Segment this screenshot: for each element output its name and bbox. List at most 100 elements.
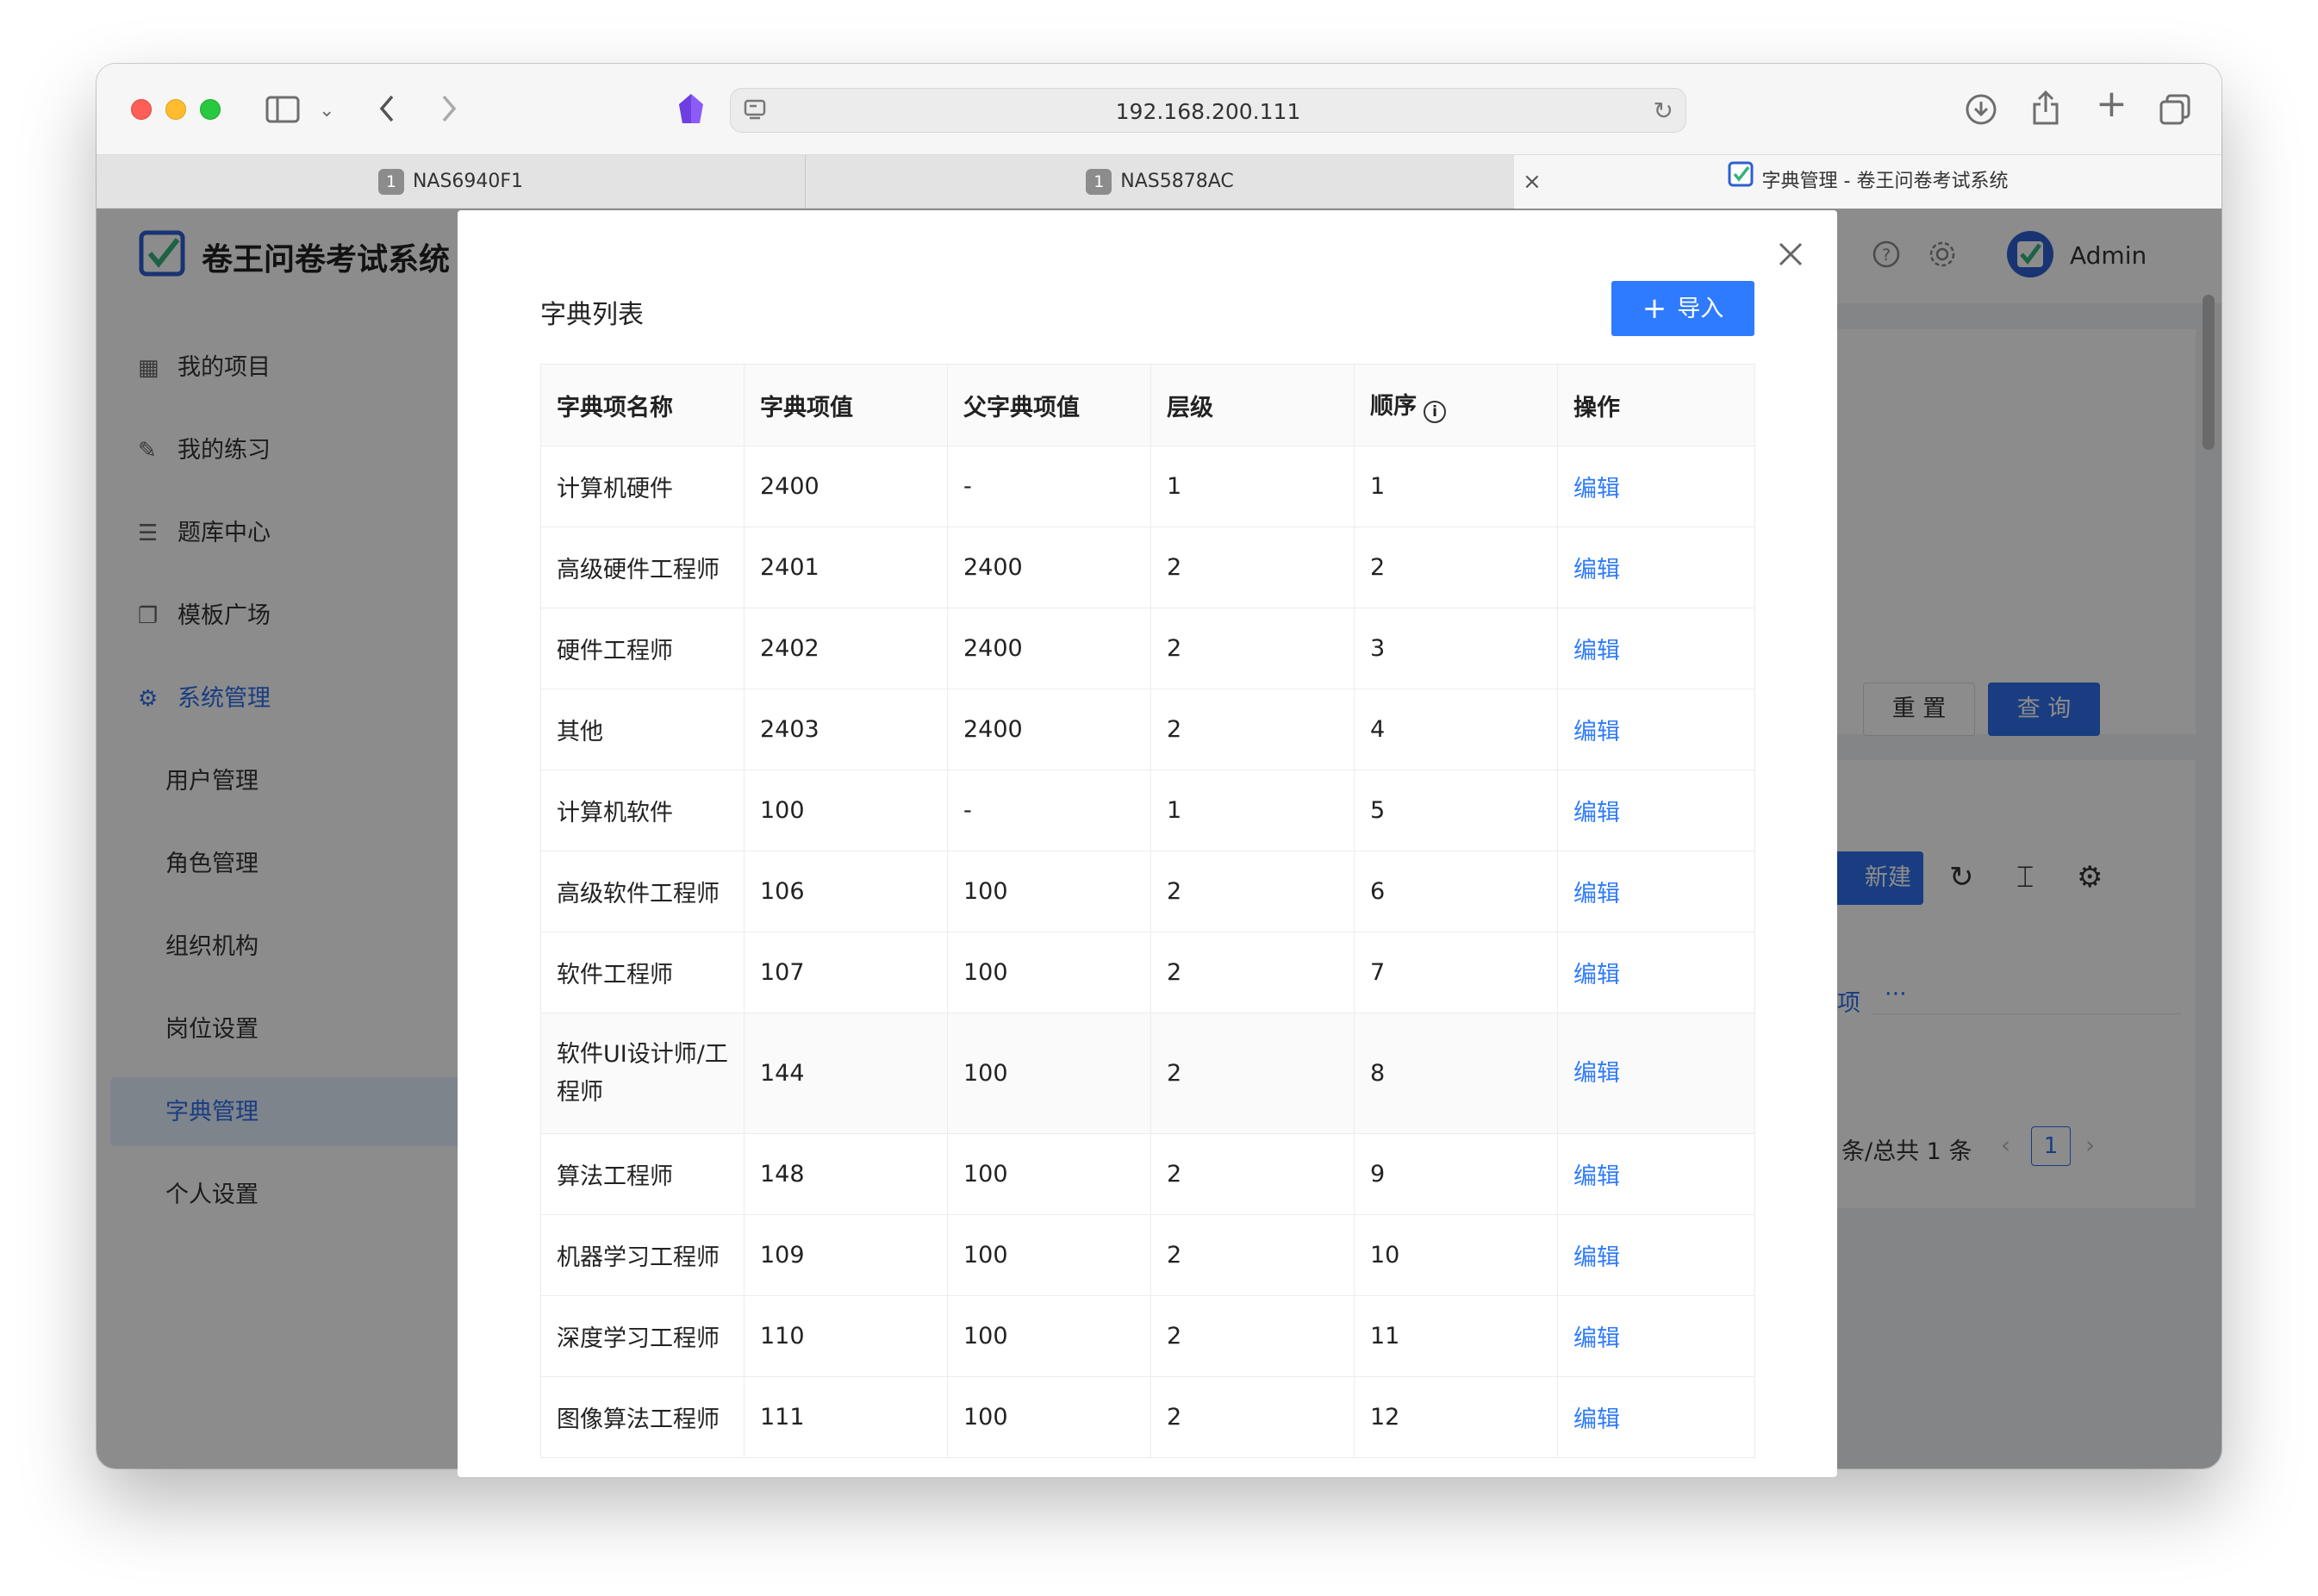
- sidebar-toggle-icon[interactable]: [265, 95, 300, 129]
- table-cell: 高级软件工程师: [540, 851, 745, 932]
- download-icon[interactable]: [1965, 93, 1997, 131]
- tab-label: NAS5878AC: [1120, 171, 1234, 192]
- table-cell: 2401: [744, 527, 948, 608]
- table-cell: 计算机硬件: [540, 446, 745, 527]
- table-row: 其他 2403 2400 2 4 编辑: [540, 689, 1755, 770]
- table-cell: 100: [947, 851, 1151, 932]
- table-row: 硬件工程师 2402 2400 2 3 编辑: [540, 608, 1755, 689]
- table-cell: 1: [1354, 446, 1558, 527]
- plus-icon: +: [1642, 291, 1667, 326]
- table-cell: 2: [1150, 527, 1355, 608]
- table-cell: 机器学习工程师: [540, 1214, 745, 1296]
- forward-icon[interactable]: [439, 93, 459, 129]
- edit-link[interactable]: 编辑: [1557, 527, 1755, 608]
- close-window-button[interactable]: [131, 99, 152, 120]
- edit-link[interactable]: 编辑: [1557, 1214, 1755, 1296]
- edit-link[interactable]: 编辑: [1557, 932, 1755, 1013]
- table-row: 图像算法工程师 111 100 2 12 编辑: [540, 1376, 1755, 1458]
- table-cell: 2: [1150, 1376, 1355, 1458]
- table-cell: 2402: [744, 608, 948, 689]
- table-cell: -: [947, 446, 1151, 527]
- table-row: 计算机硬件 2400-1 1 编辑: [540, 446, 1755, 527]
- edit-link[interactable]: 编辑: [1557, 689, 1755, 770]
- table-cell: 深度学习工程师: [540, 1295, 745, 1377]
- table-cell: 8: [1354, 1013, 1558, 1134]
- new-tab-icon[interactable]: +: [2096, 85, 2128, 123]
- table-cell: 3: [1354, 608, 1558, 689]
- table-cell: 4: [1354, 689, 1558, 770]
- table-cell: 106: [744, 851, 948, 932]
- tab-dictionary[interactable]: 字典管理 - 卷王问卷考试系统: [1514, 155, 2221, 209]
- edit-link[interactable]: 编辑: [1557, 446, 1755, 527]
- dictionary-modal: 字典列表 + 导入 字典项名称 字典项值 父字典项值 层级 顺序 i 操作 计算机硬…: [458, 210, 1837, 1477]
- edit-link[interactable]: 编辑: [1557, 1376, 1755, 1458]
- reload-icon[interactable]: ↻: [1654, 97, 1673, 125]
- table-cell: 2: [1150, 1133, 1355, 1215]
- tab-label: 字典管理 - 卷王问卷考试系统: [1761, 171, 2009, 192]
- table-cell: 109: [744, 1214, 948, 1296]
- table-cell: 144: [744, 1013, 948, 1134]
- tab-nas5878ac[interactable]: 1 NAS5878AC: [806, 155, 1514, 209]
- tab-strip: 1 NAS6940F1 1 NAS5878AC 字典管理 - 卷王问卷考试系统 ×: [97, 155, 2221, 209]
- table-cell: 其他: [540, 689, 745, 770]
- table-cell: 9: [1354, 1133, 1558, 1215]
- table-cell: 1: [1150, 770, 1355, 851]
- extension-icon[interactable]: [674, 92, 708, 127]
- chevron-down-icon[interactable]: ⌄: [319, 97, 334, 126]
- import-label: 导入: [1677, 296, 1724, 322]
- close-tab-icon[interactable]: ×: [1523, 169, 1542, 195]
- table-cell: 2: [1150, 932, 1355, 1013]
- tab-label: NAS6940F1: [412, 171, 524, 192]
- share-icon[interactable]: [2031, 90, 2060, 131]
- browser-toolbar: ⌄ 192.168.200.111 ↻ +: [97, 64, 2221, 155]
- edit-link[interactable]: 编辑: [1557, 1013, 1755, 1134]
- table-cell: 7: [1354, 932, 1558, 1013]
- tab-badge: 1: [1086, 169, 1112, 195]
- back-icon[interactable]: [377, 93, 397, 129]
- column-header: 字典项值: [744, 364, 948, 446]
- table-header-row: 字典项名称 字典项值 父字典项值 层级 顺序 i 操作: [540, 364, 1755, 446]
- table-cell: 2: [1150, 1214, 1355, 1296]
- table-row: 算法工程师 148 100 2 9 编辑: [540, 1133, 1755, 1215]
- import-button[interactable]: + 导入: [1611, 281, 1754, 336]
- table-cell: 100: [947, 1133, 1151, 1215]
- edit-link[interactable]: 编辑: [1557, 770, 1755, 851]
- table-cell: 110: [744, 1295, 948, 1377]
- edit-link[interactable]: 编辑: [1557, 851, 1755, 932]
- address-bar[interactable]: 192.168.200.111 ↻: [730, 88, 1686, 133]
- table-row: 深度学习工程师 110 100 2 11 编辑: [540, 1295, 1755, 1377]
- table-cell: 2403: [744, 689, 948, 770]
- zoom-window-button[interactable]: [200, 99, 221, 120]
- info-icon[interactable]: i: [1424, 401, 1446, 423]
- edit-link[interactable]: 编辑: [1557, 1295, 1755, 1377]
- table-cell: 148: [744, 1133, 948, 1215]
- table-cell: 2: [1150, 1013, 1355, 1134]
- table-cell: 算法工程师: [540, 1133, 745, 1215]
- table-cell: 硬件工程师: [540, 608, 745, 689]
- table-cell: 111: [744, 1376, 948, 1458]
- table-cell: 2400: [947, 689, 1151, 770]
- table-cell: 100: [744, 770, 948, 851]
- table-cell: 2: [1150, 608, 1355, 689]
- table-cell: 2400: [744, 446, 948, 527]
- table-row: 高级软件工程师 106 100 2 6 编辑: [540, 851, 1755, 932]
- table-cell: 2400: [947, 608, 1151, 689]
- table-cell: 2: [1150, 851, 1355, 932]
- table-cell: 100: [947, 932, 1151, 1013]
- table-row: 高级硬件工程师 2401 2400 2 2 编辑: [540, 527, 1755, 608]
- close-icon[interactable]: [1777, 240, 1804, 274]
- table-row: 软件UI设计师/工程师 144 100 2 8 编辑: [540, 1013, 1755, 1134]
- table-cell: 100: [947, 1214, 1151, 1296]
- table-row: 软件工程师 107 100 2 7 编辑: [540, 932, 1755, 1013]
- tab-nas6940f1[interactable]: 1 NAS6940F1: [97, 155, 805, 209]
- table-cell: 计算机软件: [540, 770, 745, 851]
- edit-link[interactable]: 编辑: [1557, 1133, 1755, 1215]
- dictionary-table: 字典项名称 字典项值 父字典项值 层级 顺序 i 操作 计算机硬件 2400-1 1 编…: [540, 364, 1755, 1458]
- table-cell: 10: [1354, 1214, 1558, 1296]
- edit-link[interactable]: 编辑: [1557, 608, 1755, 689]
- minimize-window-button[interactable]: [165, 99, 186, 120]
- column-header: 字典项名称: [540, 364, 745, 446]
- table-cell: 6: [1354, 851, 1558, 932]
- checkbox-logo-icon: [1728, 155, 1754, 209]
- tab-overview-icon[interactable]: [2159, 93, 2191, 131]
